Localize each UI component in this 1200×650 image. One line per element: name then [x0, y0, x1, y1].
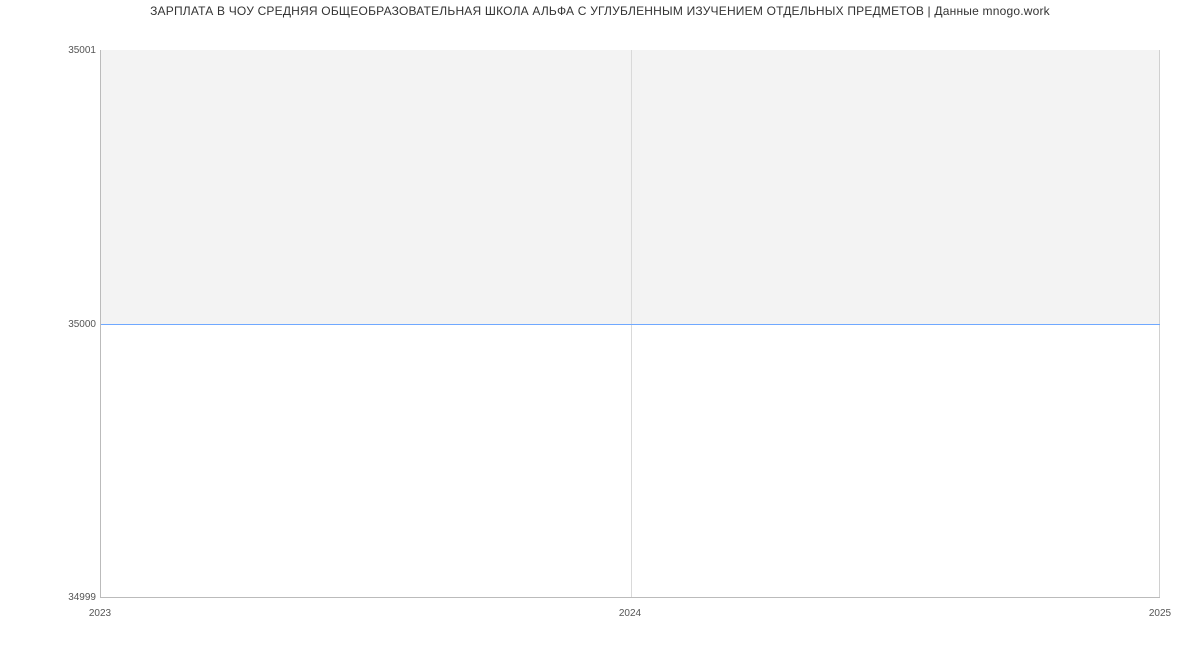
x-tick-2025: 2025: [1149, 608, 1171, 619]
x-tick-2023: 2023: [89, 608, 111, 619]
series-line: [101, 324, 1160, 325]
y-tick-34999: 34999: [6, 592, 96, 603]
chart-container: ЗАРПЛАТА В ЧОУ СРЕДНЯЯ ОБЩЕОБРАЗОВАТЕЛЬН…: [0, 0, 1200, 650]
chart-title: ЗАРПЛАТА В ЧОУ СРЕДНЯЯ ОБЩЕОБРАЗОВАТЕЛЬН…: [0, 4, 1200, 18]
x-tick-2024: 2024: [619, 608, 641, 619]
y-tick-35001: 35001: [6, 45, 96, 56]
plot-area: [100, 50, 1160, 598]
y-tick-35000: 35000: [6, 319, 96, 330]
